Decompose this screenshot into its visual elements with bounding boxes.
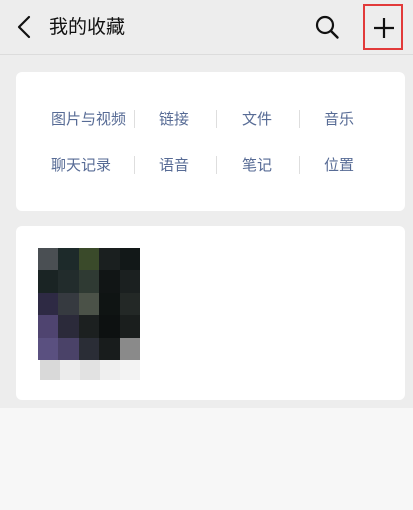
category-files[interactable]: 文件 bbox=[242, 108, 272, 130]
add-button[interactable] bbox=[363, 4, 403, 50]
divider bbox=[299, 156, 300, 174]
divider bbox=[216, 156, 217, 174]
category-links[interactable]: 链接 bbox=[159, 108, 189, 130]
top-nav-bar: 我的收藏 bbox=[0, 0, 413, 55]
category-filter-card: 图片与视频 链接 文件 音乐 聊天记录 语音 笔记 位置 bbox=[16, 72, 405, 211]
divider bbox=[134, 156, 135, 174]
category-voice[interactable]: 语音 bbox=[159, 154, 189, 176]
item-caption-blurred bbox=[40, 360, 140, 380]
category-location[interactable]: 位置 bbox=[324, 154, 354, 176]
plus-icon bbox=[374, 18, 394, 38]
category-notes[interactable]: 笔记 bbox=[242, 154, 272, 176]
image-thumbnail bbox=[38, 248, 140, 360]
category-music[interactable]: 音乐 bbox=[324, 108, 354, 130]
chevron-left-icon[interactable] bbox=[14, 14, 36, 40]
category-photos-videos[interactable]: 图片与视频 bbox=[51, 108, 126, 130]
divider bbox=[299, 110, 300, 128]
divider bbox=[134, 110, 135, 128]
favorite-item-card[interactable] bbox=[16, 226, 405, 400]
page-title: 我的收藏 bbox=[49, 16, 126, 38]
category-chat-history[interactable]: 聊天记录 bbox=[51, 154, 111, 176]
divider bbox=[216, 110, 217, 128]
search-icon[interactable] bbox=[314, 14, 340, 40]
empty-area bbox=[0, 408, 413, 510]
